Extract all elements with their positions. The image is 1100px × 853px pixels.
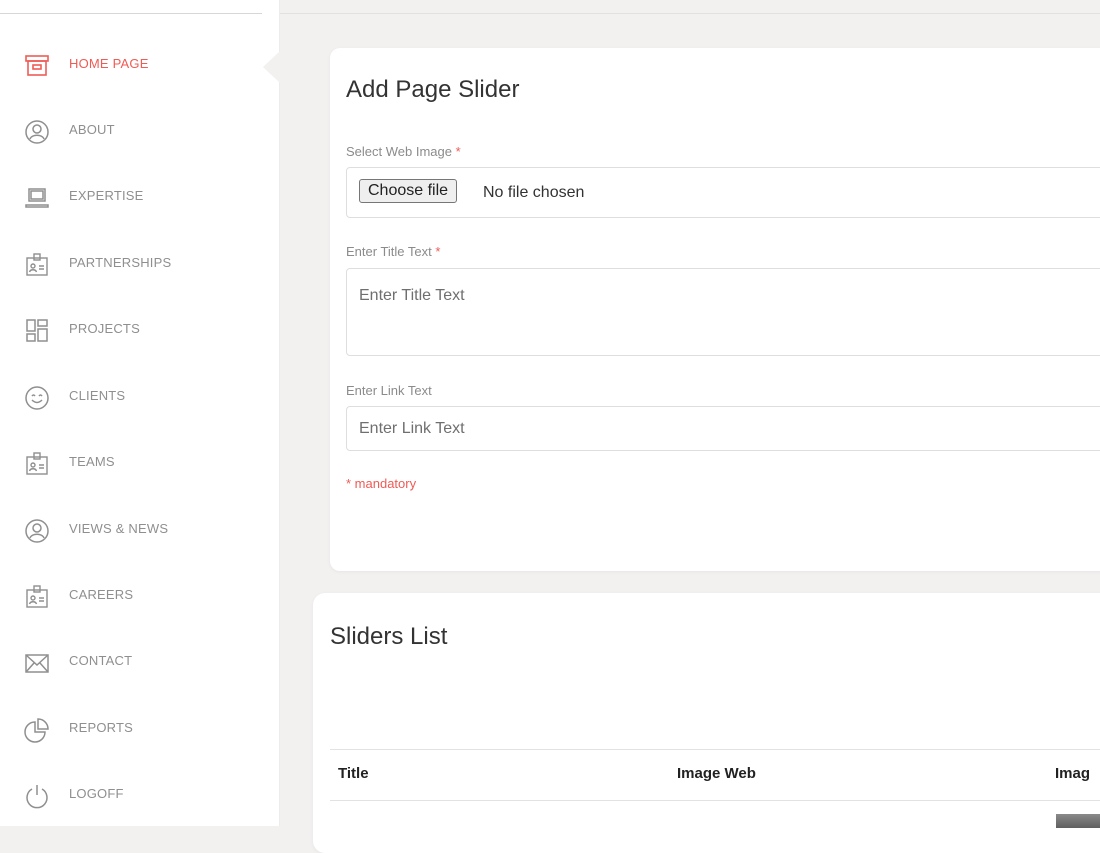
sidebar-divider [0,13,262,14]
required-mark: * [455,144,461,159]
id-badge-icon [23,450,51,478]
id-badge-icon [23,251,51,279]
dashboard-grid-icon [23,317,51,345]
sidebar-item-partnerships[interactable]: PARTNERSHIPS [0,241,262,285]
sidebar-item-careers[interactable]: CAREERS [0,573,262,617]
title-text-input[interactable]: Enter Title Text [346,268,1100,356]
sidebar-item-label: TEAMS [69,454,115,469]
sidebar-item-about[interactable]: ABOUT [0,108,262,152]
link-text-placeholder: Enter Link Text [359,420,465,437]
sidebar-item-label: CONTACT [69,653,133,668]
pie-chart-icon [23,716,51,744]
sidebar-item-label: VIEWS & NEWS [69,521,169,536]
power-icon [23,782,51,810]
table-header-top-border [330,749,1100,750]
file-status-text: No file chosen [483,184,585,201]
active-indicator [263,51,280,83]
sidebar-item-views-news[interactable]: VIEWS & NEWS [0,507,262,551]
sidebar-item-projects[interactable]: PROJECTS [0,307,262,351]
sidebar-item-home-page[interactable]: HOME PAGE [0,42,262,86]
mandatory-note: * mandatory [346,476,417,491]
page-title: Add Page Slider [346,76,520,103]
top-bar [280,0,1100,14]
home-box-icon [23,52,51,80]
sidebar-item-label: LOGOFF [69,786,124,801]
sidebar-item-label: CAREERS [69,587,134,602]
sidebar-item-logoff[interactable]: LOGOFF [0,772,262,816]
web-image-label: Select Web Image * [346,144,461,159]
column-header-image-web[interactable]: Image Web [677,765,756,782]
sidebar-item-label: EXPERTISE [69,188,144,203]
sidebar-item-label: HOME PAGE [69,56,149,71]
sidebar-item-label: REPORTS [69,720,134,735]
laptop-icon [23,184,51,212]
title-text-placeholder: Enter Title Text [359,287,465,304]
sidebar-item-label: PROJECTS [69,321,140,336]
column-header-image[interactable]: Imag [1055,765,1090,782]
web-image-file-input[interactable]: Choose file No file chosen [346,167,1100,218]
id-badge-icon [23,583,51,611]
link-text-input[interactable]: Enter Link Text [346,406,1100,451]
sidebar: HOME PAGE ABOUT EXPERTISE PARTNERSHIPS P… [0,0,280,826]
sidebar-item-clients[interactable]: CLIENTS [0,374,262,418]
column-header-title[interactable]: Title [338,765,369,782]
add-slider-card: Add Page Slider Select Web Image * Choos… [330,48,1100,571]
sliders-list-card: Sliders List Title Image Web Imag [313,593,1100,853]
sidebar-item-teams[interactable]: TEAMS [0,440,262,484]
user-circle-icon [23,118,51,146]
user-circle-icon [23,517,51,545]
choose-file-button[interactable]: Choose file [359,179,458,203]
title-text-label: Enter Title Text * [346,244,441,259]
smiley-icon [23,384,51,412]
link-text-label: Enter Link Text [346,383,432,398]
table-header-bottom-border [330,800,1100,801]
sidebar-item-label: ABOUT [69,122,115,137]
sidebar-item-expertise[interactable]: EXPERTISE [0,174,262,218]
sidebar-item-contact[interactable]: CONTACT [0,639,262,683]
sliders-list-title: Sliders List [330,623,448,650]
sidebar-item-label: CLIENTS [69,388,126,403]
sidebar-item-label: PARTNERSHIPS [69,255,172,270]
sidebar-item-reports[interactable]: REPORTS [0,706,262,750]
required-mark: * [435,244,441,259]
envelope-icon [23,649,51,677]
